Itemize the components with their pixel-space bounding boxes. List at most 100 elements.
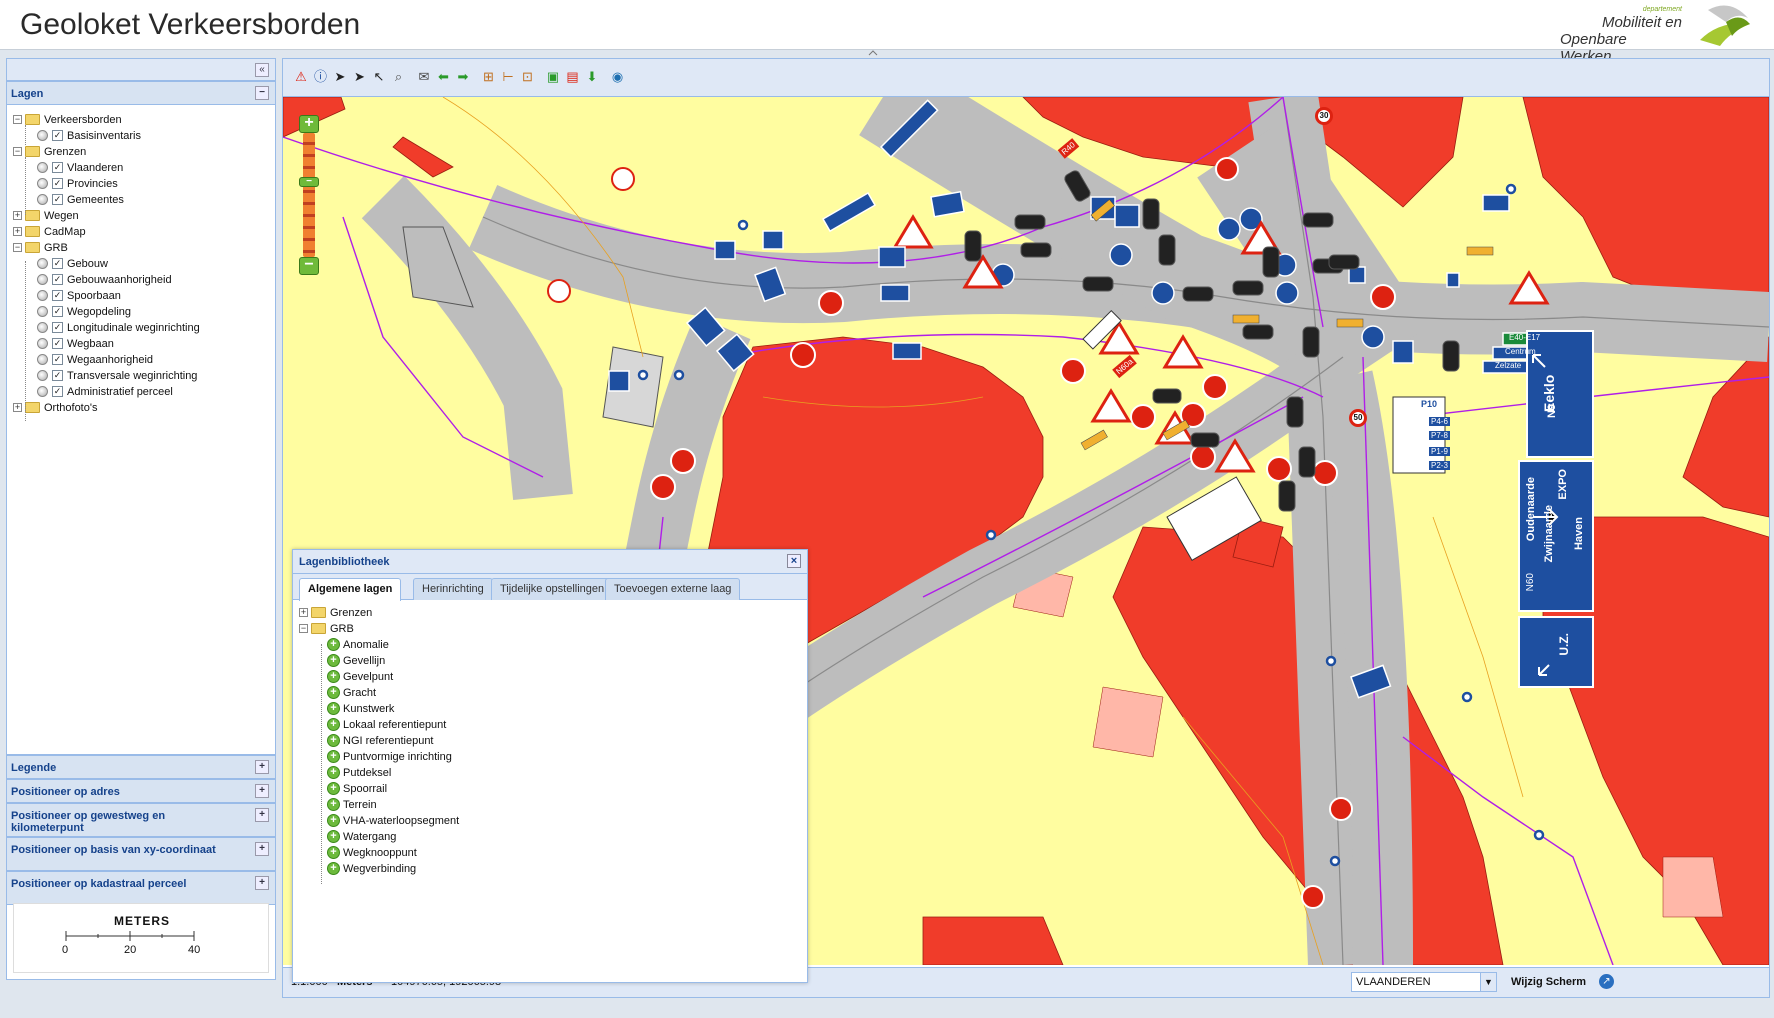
layer-checkbox[interactable]: ✓ <box>52 338 63 349</box>
collapse-header-icon[interactable] <box>868 50 878 56</box>
layer-checkbox[interactable]: ✓ <box>52 130 63 141</box>
library-layer-row[interactable]: + Gracht <box>327 684 376 701</box>
layer-checkbox[interactable]: ✓ <box>52 258 63 269</box>
collapse-left-panel-button[interactable]: « <box>255 63 269 77</box>
layer-tree-row[interactable]: ✓ Administratief perceel <box>37 383 173 400</box>
layer-tree-row[interactable]: + CadMap <box>13 223 86 240</box>
add-layer-icon[interactable]: + <box>327 734 340 747</box>
layer-tree-row[interactable]: ✓ Basisinventaris <box>37 127 141 144</box>
add-layer-icon[interactable]: + <box>327 702 340 715</box>
layer-tree-row[interactable]: ✓ Spoorbaan <box>37 287 121 304</box>
accordion-header[interactable]: Legende + <box>7 755 275 779</box>
zoom-handle[interactable]: − <box>299 177 319 187</box>
layer-checkbox[interactable]: ✓ <box>52 178 63 189</box>
layer-tree-row[interactable]: ✓ Gebouwaanhorigheid <box>37 271 172 288</box>
region-select[interactable]: VLAANDEREN ▼ <box>1351 972 1497 992</box>
accordion-header[interactable]: Positioneer op adres + <box>7 779 275 803</box>
layer-tree-row[interactable]: ✓ Longitudinale weginrichting <box>37 319 200 336</box>
add-layer-icon[interactable]: + <box>327 718 340 731</box>
select-arrow-icon[interactable]: ➤ <box>332 69 348 85</box>
layer-checkbox[interactable]: ✓ <box>52 290 63 301</box>
multi-select-icon[interactable]: ➤ <box>352 69 368 85</box>
layer-tree-row[interactable]: ✓ Gebouw <box>37 255 108 272</box>
layer-tree-row[interactable]: ✓ Wegbaan <box>37 335 114 352</box>
accordion-header[interactable]: Positioneer op kadastraal perceel + <box>7 871 275 905</box>
add-layer-icon[interactable]: + <box>327 654 340 667</box>
layer-tree-row[interactable]: − GRB <box>13 239 68 256</box>
expand-icon[interactable]: + <box>255 876 269 890</box>
layer-tree-row[interactable]: + Wegen <box>13 207 79 224</box>
library-layer-row[interactable]: + Gevellijn <box>327 652 385 669</box>
layer-checkbox[interactable]: ✓ <box>52 386 63 397</box>
library-layer-row[interactable]: + Putdeksel <box>327 764 391 781</box>
add-layer-icon[interactable]: + <box>327 766 340 779</box>
expand-icon[interactable]: + <box>255 842 269 856</box>
pdf-icon[interactable]: ▤ <box>565 69 581 85</box>
info-icon[interactable]: ⓘ <box>313 69 329 85</box>
add-layer-icon[interactable]: + <box>327 750 340 763</box>
library-folder-row[interactable]: + Grenzen <box>299 604 372 621</box>
library-layer-row[interactable]: + Anomalie <box>327 636 389 653</box>
layer-tree-row[interactable]: ✓ Gemeentes <box>37 191 124 208</box>
layer-checkbox[interactable]: ✓ <box>52 274 63 285</box>
library-layer-row[interactable]: + Gevelpunt <box>327 668 393 685</box>
add-layer-icon[interactable]: + <box>327 670 340 683</box>
tree-expand-toggle[interactable]: + <box>13 227 22 236</box>
add-layer-icon[interactable]: + <box>327 862 340 875</box>
lagen-collapse-button[interactable]: − <box>255 86 269 100</box>
change-screen-icon[interactable]: ↗ <box>1599 974 1614 989</box>
layer-checkbox[interactable]: ✓ <box>52 370 63 381</box>
tab-algemene-lagen[interactable]: Algemene lagen <box>299 578 402 601</box>
tab-toevoegen-externe-laag[interactable]: Toevoegen externe laag <box>605 578 741 600</box>
zoom-out-button[interactable]: − <box>299 257 319 275</box>
expand-icon[interactable]: + <box>255 808 269 822</box>
change-screen-link[interactable]: Wijzig Scherm <box>1511 976 1586 988</box>
layer-tree-row[interactable]: ✓ Transversale weginrichting <box>37 367 197 384</box>
library-layer-row[interactable]: + NGI referentiepunt <box>327 732 434 749</box>
add-layer-icon[interactable]: + <box>327 798 340 811</box>
download-icon[interactable]: ⬇ <box>584 69 600 85</box>
add-layer-icon[interactable]: + <box>327 686 340 699</box>
warning-icon[interactable]: ⚠ <box>293 69 309 85</box>
accordion-header[interactable]: Positioneer op gewestweg en kilometerpun… <box>7 803 275 837</box>
tree-expand-toggle[interactable]: + <box>299 608 308 617</box>
layer-checkbox[interactable]: ✓ <box>52 322 63 333</box>
tree-expand-toggle[interactable]: − <box>13 115 22 124</box>
library-layer-row[interactable]: + Puntvormige inrichting <box>327 748 452 765</box>
add-layer-icon[interactable]: + <box>327 814 340 827</box>
library-folder-row[interactable]: − GRB <box>299 620 354 637</box>
tab-herinrichting[interactable]: Herinrichting <box>413 578 493 600</box>
layer-checkbox[interactable]: ✓ <box>52 354 63 365</box>
layer-checkbox[interactable]: ✓ <box>52 194 63 205</box>
zoom-extent-icon[interactable]: ⊞ <box>481 69 497 85</box>
region-chevron-icon[interactable]: ▼ <box>1480 973 1496 991</box>
layer-tree-row[interactable]: ✓ Wegaanhorigheid <box>37 351 153 368</box>
tree-expand-toggle[interactable]: + <box>13 403 22 412</box>
add-layer-icon[interactable]: + <box>327 830 340 843</box>
accordion-header[interactable]: Positioneer op basis van xy-coordinaat + <box>7 837 275 871</box>
pointer-icon[interactable]: ↖ <box>371 69 387 85</box>
tree-expand-toggle[interactable]: + <box>13 211 22 220</box>
layer-tree-row[interactable]: ✓ Wegopdeling <box>37 303 131 320</box>
tree-expand-toggle[interactable]: − <box>299 624 308 633</box>
library-layer-row[interactable]: + Lokaal referentiepunt <box>327 716 446 733</box>
library-layer-row[interactable]: + Wegverbinding <box>327 860 416 877</box>
layer-icon[interactable]: ▣ <box>545 69 561 85</box>
library-layer-row[interactable]: + Kunstwerk <box>327 700 394 717</box>
zoom-in-button[interactable]: + <box>299 115 319 133</box>
library-layer-row[interactable]: + Spoorrail <box>327 780 387 797</box>
library-layer-row[interactable]: + Watergang <box>327 828 396 845</box>
library-layer-row[interactable]: + Wegknooppunt <box>327 844 417 861</box>
lagen-header[interactable]: Lagen − <box>7 81 275 105</box>
tree-expand-toggle[interactable]: − <box>13 243 22 252</box>
layer-checkbox[interactable]: ✓ <box>52 162 63 173</box>
lagenbibliotheek-header[interactable]: Lagenbibliotheek × <box>293 550 807 574</box>
mail-icon[interactable]: ✉ <box>416 69 432 85</box>
measure-length-icon[interactable]: ⊢ <box>500 69 516 85</box>
library-layer-row[interactable]: + Terrein <box>327 796 377 813</box>
back-arrow-icon[interactable]: ⬅ <box>436 69 452 85</box>
layer-tree-row[interactable]: ✓ Vlaanderen <box>37 159 123 176</box>
layer-tree-row[interactable]: − Verkeersborden <box>13 111 122 128</box>
layer-tree-row[interactable]: − Grenzen <box>13 143 86 160</box>
layer-tree-row[interactable]: ✓ Provincies <box>37 175 118 192</box>
